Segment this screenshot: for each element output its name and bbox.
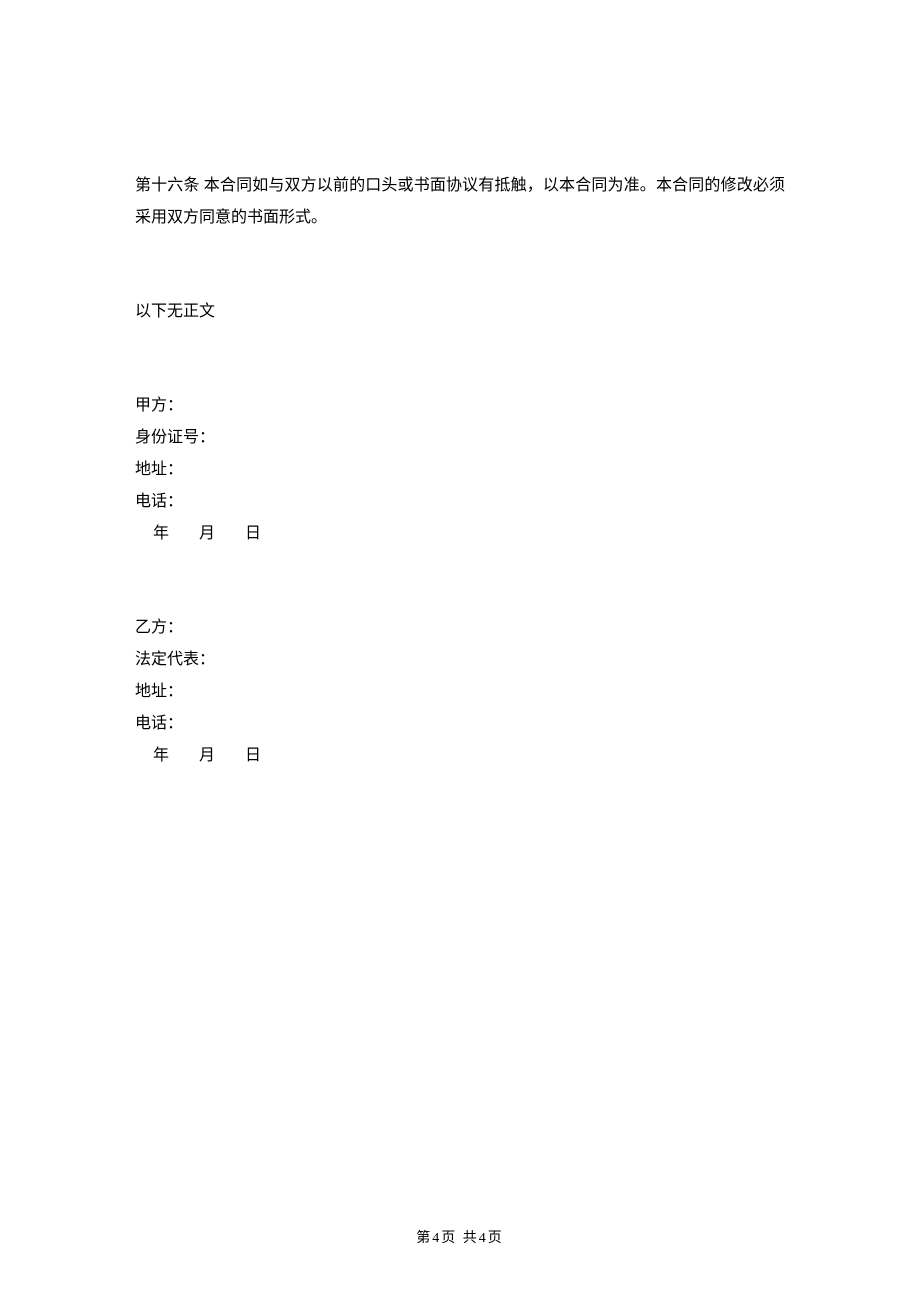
party-a-address-label: 地址： (135, 454, 785, 486)
footer-current-page: 4 (432, 1231, 441, 1246)
party-a-id-label: 身份证号： (135, 422, 785, 454)
article-heading: 第十六条 (135, 177, 200, 194)
footer-total-pages: 4 (479, 1231, 488, 1246)
end-of-main-text: 以下无正文 (135, 296, 785, 328)
party-b-date: 年 月 日 (135, 740, 785, 772)
party-b-day: 日 (245, 747, 263, 764)
document-body: 第十六条 本合同如与双方以前的口头或书面协议有抵触，以本合同为准。本合同的修改必… (0, 0, 920, 772)
footer-prefix: 第 (416, 1231, 432, 1246)
article-16: 第十六条 本合同如与双方以前的口头或书面协议有抵触，以本合同为准。本合同的修改必… (135, 170, 785, 234)
party-b-address-label: 地址： (135, 676, 785, 708)
footer-mid: 页 共 (441, 1231, 479, 1246)
party-b-month: 月 (199, 747, 217, 764)
footer-suffix: 页 (488, 1231, 504, 1246)
party-a-month: 月 (199, 525, 217, 542)
party-a-date: 年 月 日 (135, 518, 785, 550)
party-b-title: 乙方： (135, 612, 785, 644)
party-a-year: 年 (153, 525, 171, 542)
party-b-phone-label: 电话： (135, 708, 785, 740)
party-a-phone-label: 电话： (135, 486, 785, 518)
page-footer: 第4页 共4页 (0, 1227, 920, 1247)
party-b-year: 年 (153, 747, 171, 764)
party-b-block: 乙方： 法定代表： 地址： 电话： 年 月 日 (135, 612, 785, 772)
no-more-text: 以下无正文 (135, 303, 215, 320)
party-b-rep-label: 法定代表： (135, 644, 785, 676)
article-text: 本合同如与双方以前的口头或书面协议有抵触，以本合同为准。本合同的修改必须采用双方… (135, 177, 785, 226)
party-a-block: 甲方： 身份证号： 地址： 电话： 年 月 日 (135, 390, 785, 550)
party-a-day: 日 (245, 525, 263, 542)
party-a-title: 甲方： (135, 390, 785, 422)
